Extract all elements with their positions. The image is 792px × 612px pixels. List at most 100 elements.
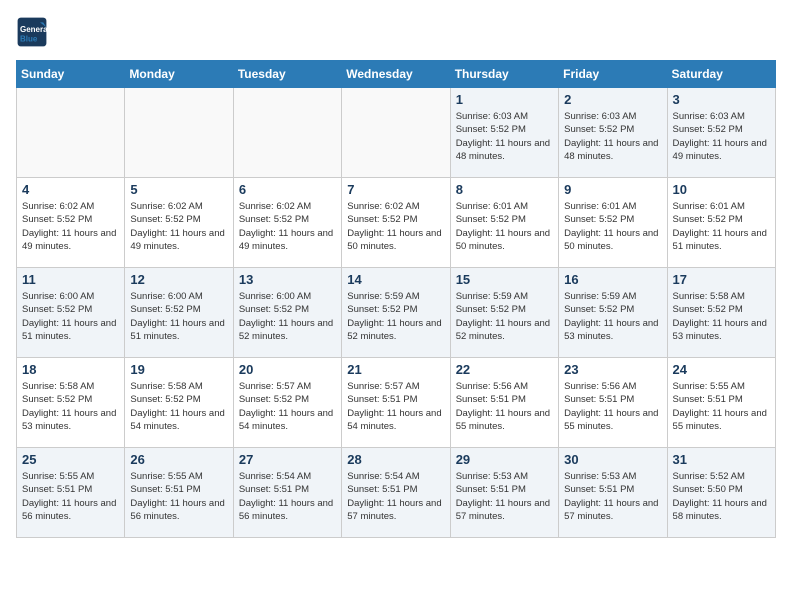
day-info: Sunrise: 5:59 AMSunset: 5:52 PMDaylight:…	[347, 290, 444, 343]
calendar-header-row: SundayMondayTuesdayWednesdayThursdayFrid…	[17, 61, 776, 88]
column-header-wednesday: Wednesday	[342, 61, 450, 88]
day-info: Sunrise: 5:59 AMSunset: 5:52 PMDaylight:…	[564, 290, 661, 343]
calendar-cell	[125, 88, 233, 178]
calendar-cell: 1 Sunrise: 6:03 AMSunset: 5:52 PMDaylight…	[450, 88, 558, 178]
column-header-saturday: Saturday	[667, 61, 775, 88]
day-info: Sunrise: 6:02 AMSunset: 5:52 PMDaylight:…	[239, 200, 336, 253]
calendar-cell: 10Sunrise: 6:01 AMSunset: 5:52 PMDayligh…	[667, 178, 775, 268]
day-number: 2	[564, 92, 661, 107]
day-number: 29	[456, 452, 553, 467]
day-info: Sunrise: 6:02 AMSunset: 5:52 PMDaylight:…	[130, 200, 227, 253]
day-number: 1	[456, 92, 553, 107]
day-info: Sunrise: 5:58 AMSunset: 5:52 PMDaylight:…	[22, 380, 119, 433]
day-info: Sunrise: 5:58 AMSunset: 5:52 PMDaylight:…	[673, 290, 770, 343]
day-number: 8	[456, 182, 553, 197]
day-info: Sunrise: 5:56 AMSunset: 5:51 PMDaylight:…	[456, 380, 553, 433]
day-info: Sunrise: 5:59 AMSunset: 5:52 PMDaylight:…	[456, 290, 553, 343]
column-header-thursday: Thursday	[450, 61, 558, 88]
page-header: General Blue	[16, 16, 776, 48]
day-number: 14	[347, 272, 444, 287]
calendar-cell: 7 Sunrise: 6:02 AMSunset: 5:52 PMDaylight…	[342, 178, 450, 268]
day-number: 7	[347, 182, 444, 197]
calendar-week-2: 4Sunrise: 6:02 AMSunset: 5:52 PMDaylight…	[17, 178, 776, 268]
calendar-cell: 17 Sunrise: 5:58 AMSunset: 5:52 PMDayligh…	[667, 268, 775, 358]
calendar-week-4: 18Sunrise: 5:58 AMSunset: 5:52 PMDayligh…	[17, 358, 776, 448]
day-info: Sunrise: 6:00 AMSunset: 5:52 PMDaylight:…	[239, 290, 336, 343]
day-info: Sunrise: 5:57 AMSunset: 5:51 PMDaylight:…	[347, 380, 444, 433]
calendar-cell: 25 Sunrise: 5:55 AMSunset: 5:51 PMDayligh…	[17, 448, 125, 538]
day-number: 20	[239, 362, 336, 377]
day-info: Sunrise: 6:03 AMSunset: 5:52 PMDaylight:…	[564, 110, 661, 163]
calendar-cell: 2 Sunrise: 6:03 AMSunset: 5:52 PMDaylight…	[559, 88, 667, 178]
day-number: 27	[239, 452, 336, 467]
calendar-cell: 31Sunrise: 5:52 AMSunset: 5:50 PMDayligh…	[667, 448, 775, 538]
column-header-tuesday: Tuesday	[233, 61, 341, 88]
day-number: 16	[564, 272, 661, 287]
day-number: 3	[673, 92, 770, 107]
calendar-cell: 11 Sunrise: 6:00 AMSunset: 5:52 PMDayligh…	[17, 268, 125, 358]
day-number: 11	[22, 272, 119, 287]
calendar-cell: 18Sunrise: 5:58 AMSunset: 5:52 PMDayligh…	[17, 358, 125, 448]
svg-text:General: General	[20, 25, 48, 34]
day-number: 28	[347, 452, 444, 467]
calendar-cell: 3 Sunrise: 6:03 AMSunset: 5:52 PMDaylight…	[667, 88, 775, 178]
day-number: 25	[22, 452, 119, 467]
day-info: Sunrise: 6:03 AMSunset: 5:52 PMDaylight:…	[673, 110, 770, 163]
day-info: Sunrise: 5:55 AMSunset: 5:51 PMDaylight:…	[22, 470, 119, 523]
calendar-cell: 8Sunrise: 6:01 AMSunset: 5:52 PMDaylight…	[450, 178, 558, 268]
day-info: Sunrise: 5:55 AMSunset: 5:51 PMDaylight:…	[673, 380, 770, 433]
calendar-cell: 4Sunrise: 6:02 AMSunset: 5:52 PMDaylight…	[17, 178, 125, 268]
calendar-cell: 21 Sunrise: 5:57 AMSunset: 5:51 PMDayligh…	[342, 358, 450, 448]
calendar-cell: 14 Sunrise: 5:59 AMSunset: 5:52 PMDayligh…	[342, 268, 450, 358]
calendar-cell: 12Sunrise: 6:00 AMSunset: 5:52 PMDayligh…	[125, 268, 233, 358]
day-number: 30	[564, 452, 661, 467]
calendar-cell: 23Sunrise: 5:56 AMSunset: 5:51 PMDayligh…	[559, 358, 667, 448]
day-number: 19	[130, 362, 227, 377]
day-info: Sunrise: 5:57 AMSunset: 5:52 PMDaylight:…	[239, 380, 336, 433]
day-number: 5	[130, 182, 227, 197]
calendar-cell: 19 Sunrise: 5:58 AMSunset: 5:52 PMDayligh…	[125, 358, 233, 448]
day-number: 23	[564, 362, 661, 377]
day-number: 9	[564, 182, 661, 197]
calendar-cell: 27Sunrise: 5:54 AMSunset: 5:51 PMDayligh…	[233, 448, 341, 538]
column-header-sunday: Sunday	[17, 61, 125, 88]
calendar-cell: 22 Sunrise: 5:56 AMSunset: 5:51 PMDayligh…	[450, 358, 558, 448]
day-number: 21	[347, 362, 444, 377]
calendar-cell: 13 Sunrise: 6:00 AMSunset: 5:52 PMDayligh…	[233, 268, 341, 358]
day-number: 13	[239, 272, 336, 287]
logo: General Blue	[16, 16, 52, 48]
day-number: 12	[130, 272, 227, 287]
calendar-week-1: 1 Sunrise: 6:03 AMSunset: 5:52 PMDaylight…	[17, 88, 776, 178]
day-number: 10	[673, 182, 770, 197]
calendar-cell: 15 Sunrise: 5:59 AMSunset: 5:52 PMDayligh…	[450, 268, 558, 358]
day-number: 22	[456, 362, 553, 377]
day-info: Sunrise: 5:58 AMSunset: 5:52 PMDaylight:…	[130, 380, 227, 433]
calendar-cell: 24 Sunrise: 5:55 AMSunset: 5:51 PMDayligh…	[667, 358, 775, 448]
calendar-cell: 28Sunrise: 5:54 AMSunset: 5:51 PMDayligh…	[342, 448, 450, 538]
day-info: Sunrise: 5:53 AMSunset: 5:51 PMDaylight:…	[564, 470, 661, 523]
day-info: Sunrise: 6:00 AMSunset: 5:52 PMDaylight:…	[22, 290, 119, 343]
day-number: 26	[130, 452, 227, 467]
calendar-table: SundayMondayTuesdayWednesdayThursdayFrid…	[16, 60, 776, 538]
day-number: 24	[673, 362, 770, 377]
day-info: Sunrise: 6:01 AMSunset: 5:52 PMDaylight:…	[564, 200, 661, 253]
day-info: Sunrise: 6:03 AMSunset: 5:52 PMDaylight:…	[456, 110, 553, 163]
day-info: Sunrise: 6:02 AMSunset: 5:52 PMDaylight:…	[347, 200, 444, 253]
calendar-cell: 16 Sunrise: 5:59 AMSunset: 5:52 PMDayligh…	[559, 268, 667, 358]
calendar-cell	[17, 88, 125, 178]
day-number: 6	[239, 182, 336, 197]
calendar-cell	[233, 88, 341, 178]
svg-text:Blue: Blue	[20, 35, 38, 44]
calendar-cell: 9 Sunrise: 6:01 AMSunset: 5:52 PMDaylight…	[559, 178, 667, 268]
day-number: 17	[673, 272, 770, 287]
day-info: Sunrise: 5:55 AMSunset: 5:51 PMDaylight:…	[130, 470, 227, 523]
day-number: 15	[456, 272, 553, 287]
day-number: 31	[673, 452, 770, 467]
calendar-cell: 20 Sunrise: 5:57 AMSunset: 5:52 PMDayligh…	[233, 358, 341, 448]
column-header-monday: Monday	[125, 61, 233, 88]
calendar-week-3: 11 Sunrise: 6:00 AMSunset: 5:52 PMDayligh…	[17, 268, 776, 358]
calendar-cell: 6 Sunrise: 6:02 AMSunset: 5:52 PMDaylight…	[233, 178, 341, 268]
logo-icon: General Blue	[16, 16, 48, 48]
calendar-cell	[342, 88, 450, 178]
calendar-cell: 30 Sunrise: 5:53 AMSunset: 5:51 PMDayligh…	[559, 448, 667, 538]
